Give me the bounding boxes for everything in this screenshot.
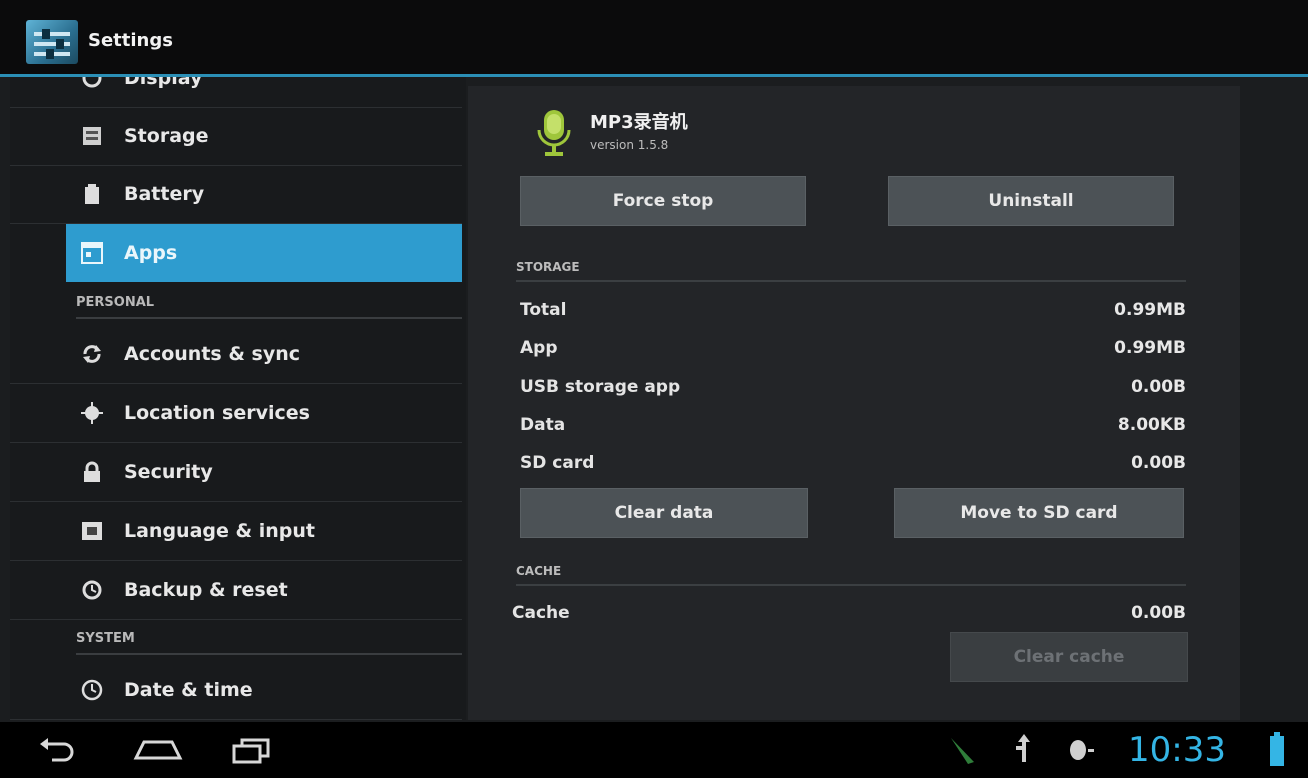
settings-menu: Display Storage Battery Apps PERSONAL Ac… <box>10 77 466 720</box>
menu-item-label: Language & input <box>124 520 315 542</box>
menu-item-accounts-sync[interactable]: Accounts & sync <box>10 325 462 384</box>
row-label: Total <box>520 300 567 320</box>
backup-icon <box>80 578 104 602</box>
row-label: Data <box>520 415 566 435</box>
storage-row-app: App 0.99MB <box>520 331 1186 365</box>
lock-icon <box>80 460 104 484</box>
move-to-sd-card-button[interactable]: Move to SD card <box>894 488 1184 538</box>
home-icon[interactable] <box>132 734 184 766</box>
row-value: 8.00KB <box>1117 415 1186 435</box>
menu-item-label: Display <box>124 77 203 89</box>
row-label: SD card <box>520 453 595 473</box>
uninstall-button[interactable]: Uninstall <box>888 176 1174 226</box>
menu-item-display[interactable]: Display <box>10 77 462 108</box>
menu-item-location-services[interactable]: Location services <box>10 384 462 443</box>
keyboard-icon <box>80 519 104 543</box>
row-value: 0.00B <box>1131 603 1186 623</box>
row-label: App <box>520 338 558 358</box>
app-version: version 1.5.8 <box>590 138 669 152</box>
clear-cache-button[interactable]: Clear cache <box>950 632 1188 682</box>
cache-header: CACHE <box>516 558 1186 586</box>
storage-row-data: Data 8.00KB <box>520 408 1186 442</box>
menu-item-label: Date & time <box>124 679 253 701</box>
back-icon[interactable] <box>38 734 78 766</box>
clock-time: 10:33 <box>1128 730 1226 770</box>
menu-item-battery[interactable]: Battery <box>10 165 462 224</box>
settings-icon[interactable] <box>26 20 78 64</box>
app-info-panel: MP3录音机 version 1.5.8 Force stop Uninstal… <box>468 86 1240 720</box>
menu-item-backup-reset[interactable]: Backup & reset <box>10 561 462 620</box>
microphone-icon <box>537 110 571 156</box>
row-label: USB storage app <box>520 377 681 397</box>
menu-item-security[interactable]: Security <box>10 443 462 502</box>
system-nav-bar: 10:33 <box>0 722 1308 778</box>
action-bar-title: Settings <box>88 30 173 51</box>
usb-icon[interactable] <box>1012 734 1036 766</box>
battery-status-icon <box>1270 732 1284 766</box>
menu-item-label: Storage <box>124 125 209 147</box>
menu-item-label: Backup & reset <box>124 579 288 601</box>
row-value: 0.99MB <box>1114 300 1186 320</box>
recent-apps-icon[interactable] <box>230 734 274 766</box>
menu-item-language-input[interactable]: Language & input <box>10 502 462 561</box>
menu-item-label: Battery <box>124 183 205 205</box>
row-value: 0.00B <box>1131 453 1186 473</box>
app-name: MP3录音机 <box>590 112 688 133</box>
notification-icon[interactable] <box>948 734 978 766</box>
menu-item-date-time[interactable]: Date & time <box>10 661 462 720</box>
clock-icon <box>80 678 104 702</box>
menu-item-apps[interactable]: Apps <box>66 224 462 282</box>
row-value: 0.00B <box>1131 377 1186 397</box>
location-icon <box>80 401 104 425</box>
menu-item-label: Apps <box>124 242 178 264</box>
display-icon <box>80 77 104 90</box>
section-header-system: SYSTEM <box>76 623 462 655</box>
storage-row-usb: USB storage app 0.00B <box>520 370 1186 404</box>
row-value: 0.99MB <box>1114 338 1186 358</box>
action-bar: Settings <box>0 0 1308 77</box>
section-header-personal: PERSONAL <box>76 287 462 319</box>
menu-item-label: Location services <box>124 402 310 424</box>
menu-item-label: Security <box>124 461 213 483</box>
storage-row-sd-card: SD card 0.00B <box>520 446 1186 480</box>
force-stop-button[interactable]: Force stop <box>520 176 806 226</box>
storage-row-total: Total 0.99MB <box>520 293 1186 327</box>
cache-row: Cache 0.00B <box>512 596 1186 630</box>
row-label: Cache <box>512 603 570 623</box>
menu-item-storage[interactable]: Storage <box>10 107 462 166</box>
storage-header: STORAGE <box>516 254 1186 282</box>
battery-icon <box>80 182 104 206</box>
apps-icon <box>80 241 104 265</box>
sync-icon <box>80 342 104 366</box>
menu-item-label: Accounts & sync <box>124 343 301 365</box>
debug-icon[interactable] <box>1064 734 1104 766</box>
storage-icon <box>80 124 104 148</box>
clear-data-button[interactable]: Clear data <box>520 488 808 538</box>
